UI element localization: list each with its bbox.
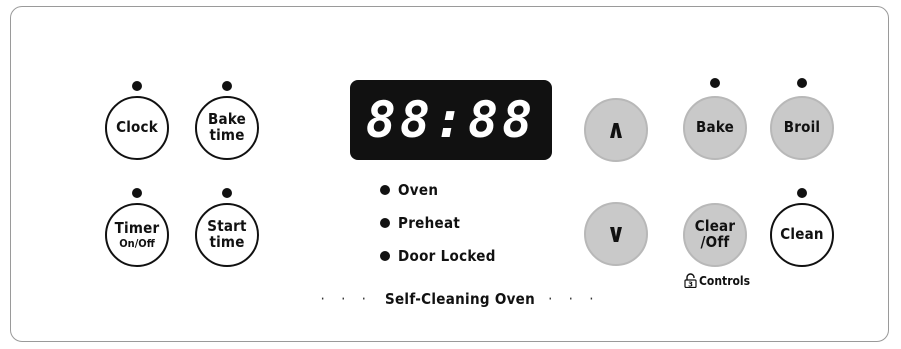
indicator-door-locked-label: Door Locked: [398, 247, 496, 265]
footer-label: Self-Cleaning Oven: [384, 290, 536, 308]
clean-button[interactable]: Clean: [770, 203, 834, 267]
timer-on-off-label: On/Off: [119, 236, 155, 250]
clock-led: [132, 81, 142, 91]
timer-label: Timer: [114, 218, 160, 237]
start-time-led: [222, 188, 232, 198]
lock-digit: 3: [688, 280, 693, 288]
broil-led: [797, 78, 807, 88]
preheat-indicator-dot: [380, 218, 390, 228]
clock-label: Clock: [116, 118, 158, 137]
start-time-label-2: time: [209, 233, 245, 251]
clock-button[interactable]: Clock: [105, 96, 169, 160]
bake-label: Bake: [696, 118, 734, 137]
broil-label: Broil: [783, 118, 821, 137]
digital-display: 88:88: [350, 80, 552, 160]
bake-time-label-2: time: [209, 126, 245, 144]
indicator-oven-label: Oven: [398, 181, 439, 199]
up-arrow-icon: ∧: [606, 115, 626, 145]
lock-icon: 3: [684, 273, 697, 288]
timer-led: [132, 188, 142, 198]
display-readout: 88:88: [365, 91, 537, 149]
controls-label: Controls: [699, 273, 751, 288]
broil-button[interactable]: Broil: [770, 96, 834, 160]
timer-on-off-button[interactable]: Timer On/Off: [105, 203, 169, 267]
footer-title: · · · Self-Cleaning Oven · · ·: [300, 290, 620, 308]
off-label: /Off: [700, 233, 730, 251]
bake-time-led: [222, 81, 232, 91]
footer-dots-left: · · ·: [320, 290, 372, 308]
up-arrow-button[interactable]: ∧: [584, 98, 648, 162]
controls-lock-label: 3 Controls: [684, 273, 750, 288]
indicator-preheat: Preheat: [380, 214, 460, 232]
door-locked-indicator-dot: [380, 251, 390, 261]
clean-led: [797, 188, 807, 198]
oven-indicator-dot: [380, 185, 390, 195]
indicator-door-locked: Door Locked: [380, 247, 496, 265]
bake-button[interactable]: Bake: [683, 96, 747, 160]
start-time-button[interactable]: Start time: [195, 203, 259, 267]
bake-time-button[interactable]: Bake time: [195, 96, 259, 160]
indicator-oven: Oven: [380, 181, 438, 199]
footer-dots-right: · · ·: [548, 290, 600, 308]
down-arrow-button[interactable]: ∨: [584, 202, 648, 266]
indicator-preheat-label: Preheat: [398, 214, 461, 232]
clear-off-button[interactable]: Clear /Off: [683, 203, 747, 267]
bake-led: [710, 78, 720, 88]
clean-label: Clean: [780, 225, 824, 244]
down-arrow-icon: ∨: [606, 219, 626, 249]
